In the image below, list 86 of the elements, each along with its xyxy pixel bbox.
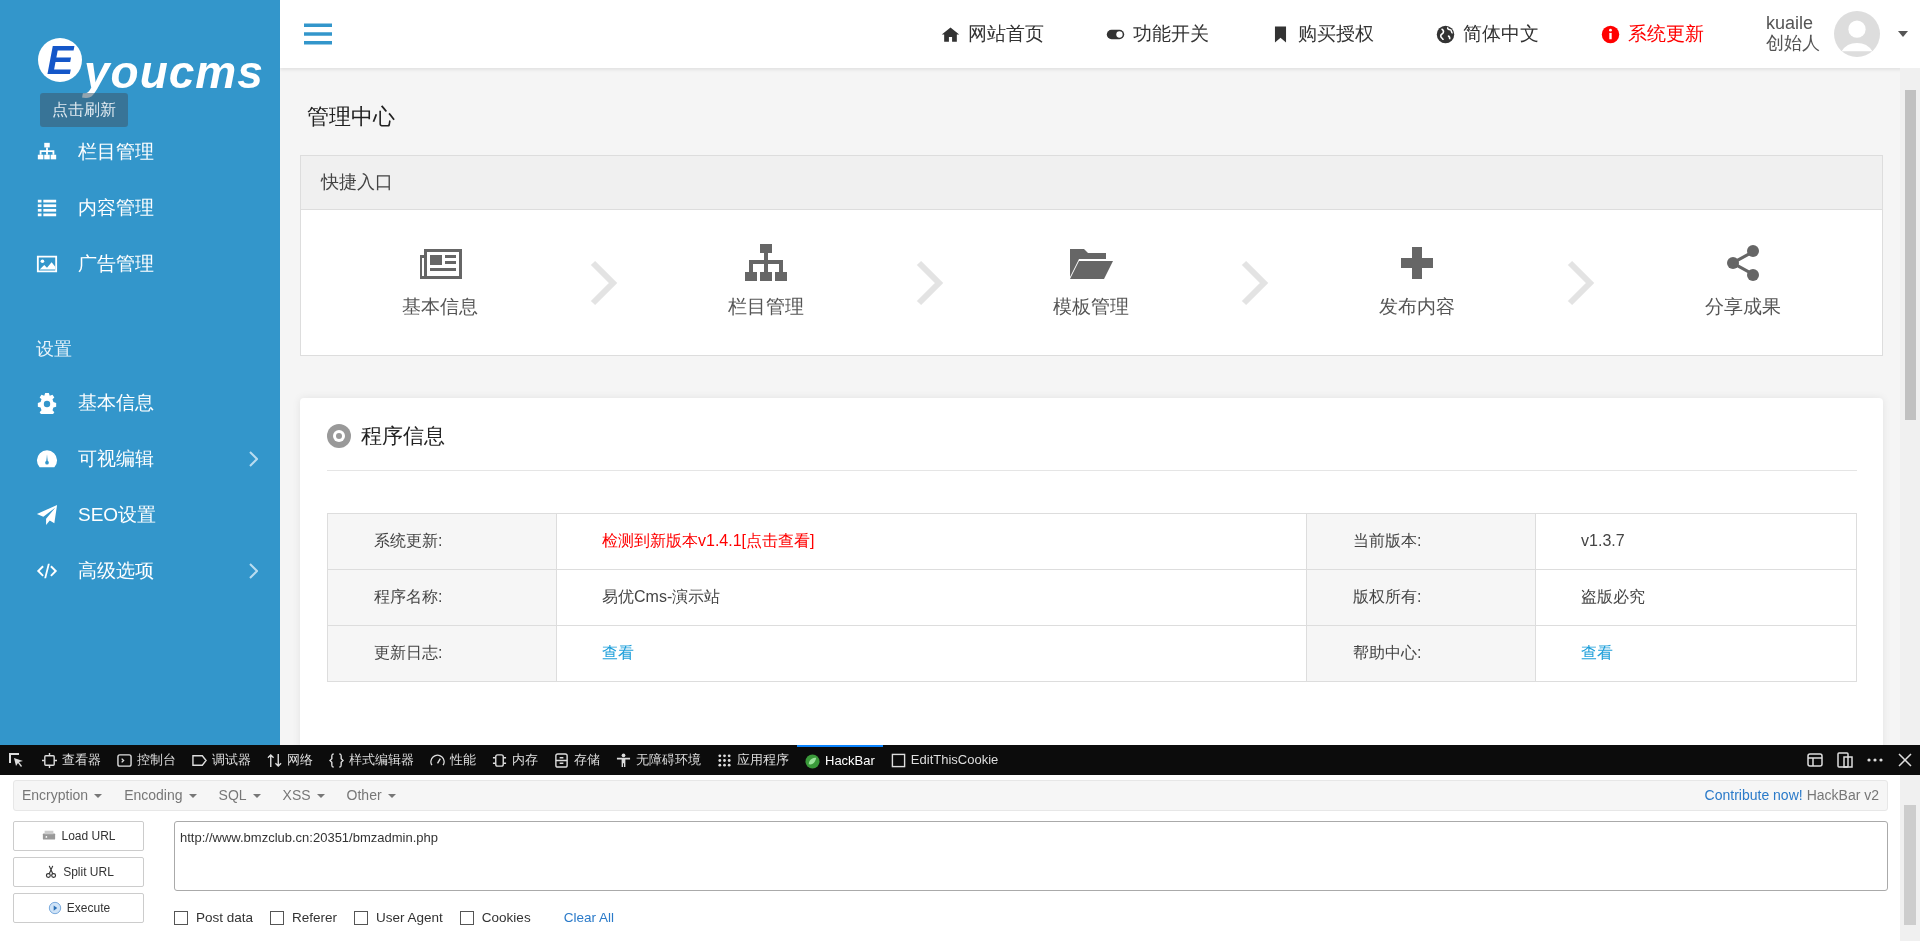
version-label: HackBar v2	[1806, 786, 1879, 805]
braces-icon	[329, 752, 344, 768]
storage-icon	[554, 752, 569, 768]
devtools-tab[interactable]: 无障碍环境	[608, 745, 709, 775]
menu-icon[interactable]	[304, 22, 332, 46]
field-label: 帮助中心:	[1306, 625, 1536, 681]
terminal-icon	[117, 752, 132, 768]
nav-link[interactable]: 网站首页	[941, 19, 1044, 49]
info-icon	[1601, 24, 1620, 44]
quick-entry-item[interactable]: 栏目管理	[695, 243, 836, 322]
close-icon[interactable]	[1897, 752, 1913, 768]
card-title: 程序信息	[361, 423, 445, 449]
gear-icon	[327, 423, 351, 448]
grid-icon	[717, 752, 732, 768]
scrollbar[interactable]	[1900, 68, 1920, 745]
field-value: v1.3.7	[1581, 532, 1625, 549]
devtools-tab[interactable]: 控制台	[109, 745, 184, 775]
checkbox-option[interactable]: Referer	[270, 908, 338, 929]
dropdown-menu-button[interactable]: SQL	[218, 785, 261, 806]
url-field[interactable]: http://www.bmzclub.cn:20351/bmzadmin.php	[174, 821, 1888, 891]
dropdown-menu-button[interactable]: Other	[346, 785, 396, 806]
chip-icon	[492, 752, 507, 768]
field-label: 程序名称:	[327, 569, 557, 625]
devtools-tab[interactable]: 内存	[484, 745, 546, 775]
square-icon	[890, 752, 906, 768]
avatar-icon	[1834, 11, 1880, 57]
section-label: 设置	[35, 338, 73, 361]
checkbox-option[interactable]: User Agent	[354, 908, 443, 929]
hackbar-button[interactable]: Execute	[13, 893, 144, 923]
paper-plane-icon	[36, 504, 58, 526]
arrows-icon	[267, 752, 282, 768]
devtools-tab[interactable]: 存储	[546, 745, 608, 775]
tag-icon	[192, 752, 207, 768]
globe-icon	[1436, 24, 1455, 44]
nav-link[interactable]: 系统更新	[1601, 19, 1704, 49]
field-label: 系统更新:	[327, 513, 557, 569]
panel-header: 快捷入口	[301, 156, 1882, 210]
logo-icon: E	[38, 38, 82, 82]
devtools-tab[interactable]: 样式编辑器	[321, 745, 422, 775]
clear-all-link[interactable]: Clear All	[563, 908, 614, 929]
caret-icon[interactable]	[1898, 31, 1908, 37]
hackbar-button[interactable]: Split URL	[13, 857, 144, 887]
devtools-tab[interactable]: 应用程序	[709, 745, 797, 775]
frame-icon	[42, 752, 57, 768]
quick-entry-item[interactable]: 基本信息	[369, 243, 510, 322]
field-label: 当前版本:	[1306, 513, 1536, 569]
nav-link[interactable]: 购买授权	[1271, 19, 1374, 49]
gauge-icon	[430, 752, 445, 768]
layout-icon[interactable]	[1807, 752, 1823, 768]
field-value: 易优Cms-演示站	[602, 588, 721, 605]
devtools-tab[interactable]: 查看器	[34, 745, 109, 775]
gauge-icon	[36, 448, 58, 470]
checkbox-option[interactable]: Post data	[174, 908, 254, 929]
dropdown-menu-button[interactable]: Encryption	[22, 785, 103, 806]
value-link[interactable]: 检测到新版本v1.4.1[点击查看]	[602, 532, 815, 549]
person-icon	[616, 752, 631, 768]
quick-entry-item[interactable]: 模板管理	[1021, 243, 1162, 322]
user-role: 创始人	[1766, 34, 1820, 54]
devtools-tab[interactable]: 调试器	[184, 745, 259, 775]
drive-icon	[41, 829, 58, 843]
user-name: kuaile	[1766, 14, 1815, 34]
dropdown-menu-button[interactable]: Encoding	[124, 785, 197, 806]
field-label: 更新日志:	[327, 625, 557, 681]
dropdown-menu-button[interactable]: XSS	[282, 785, 325, 806]
devtools-tab[interactable]: 性能	[422, 745, 484, 775]
responsive-icon[interactable]	[1837, 752, 1853, 768]
scrollbar[interactable]	[1900, 775, 1920, 941]
nav-link[interactable]: 简体中文	[1436, 19, 1539, 49]
devtools-tab[interactable]: EditThisCookie	[882, 745, 1007, 775]
gear-icon	[36, 392, 58, 414]
play-icon	[46, 901, 63, 915]
quick-entry-item[interactable]: 分享成果	[1672, 243, 1813, 322]
contribute-link[interactable]: Contribute now!	[1704, 785, 1803, 806]
field-label: 版权所有:	[1306, 569, 1536, 625]
list-icon	[36, 197, 58, 219]
quick-entry-item[interactable]: 发布内容	[1347, 243, 1488, 322]
cursor-icon[interactable]	[8, 752, 24, 768]
hackbar-button[interactable]: Load URL	[13, 821, 144, 851]
page-title: 管理中心	[306, 103, 396, 131]
home-icon	[941, 24, 960, 44]
leaf-icon	[805, 753, 820, 769]
checkbox-option[interactable]: Cookies	[459, 908, 531, 929]
nav-link[interactable]: 功能开关	[1106, 19, 1209, 49]
field-value: 盗版必究	[1581, 588, 1646, 605]
devtools-tab[interactable]: 网络	[259, 745, 321, 775]
image-icon	[36, 253, 58, 275]
